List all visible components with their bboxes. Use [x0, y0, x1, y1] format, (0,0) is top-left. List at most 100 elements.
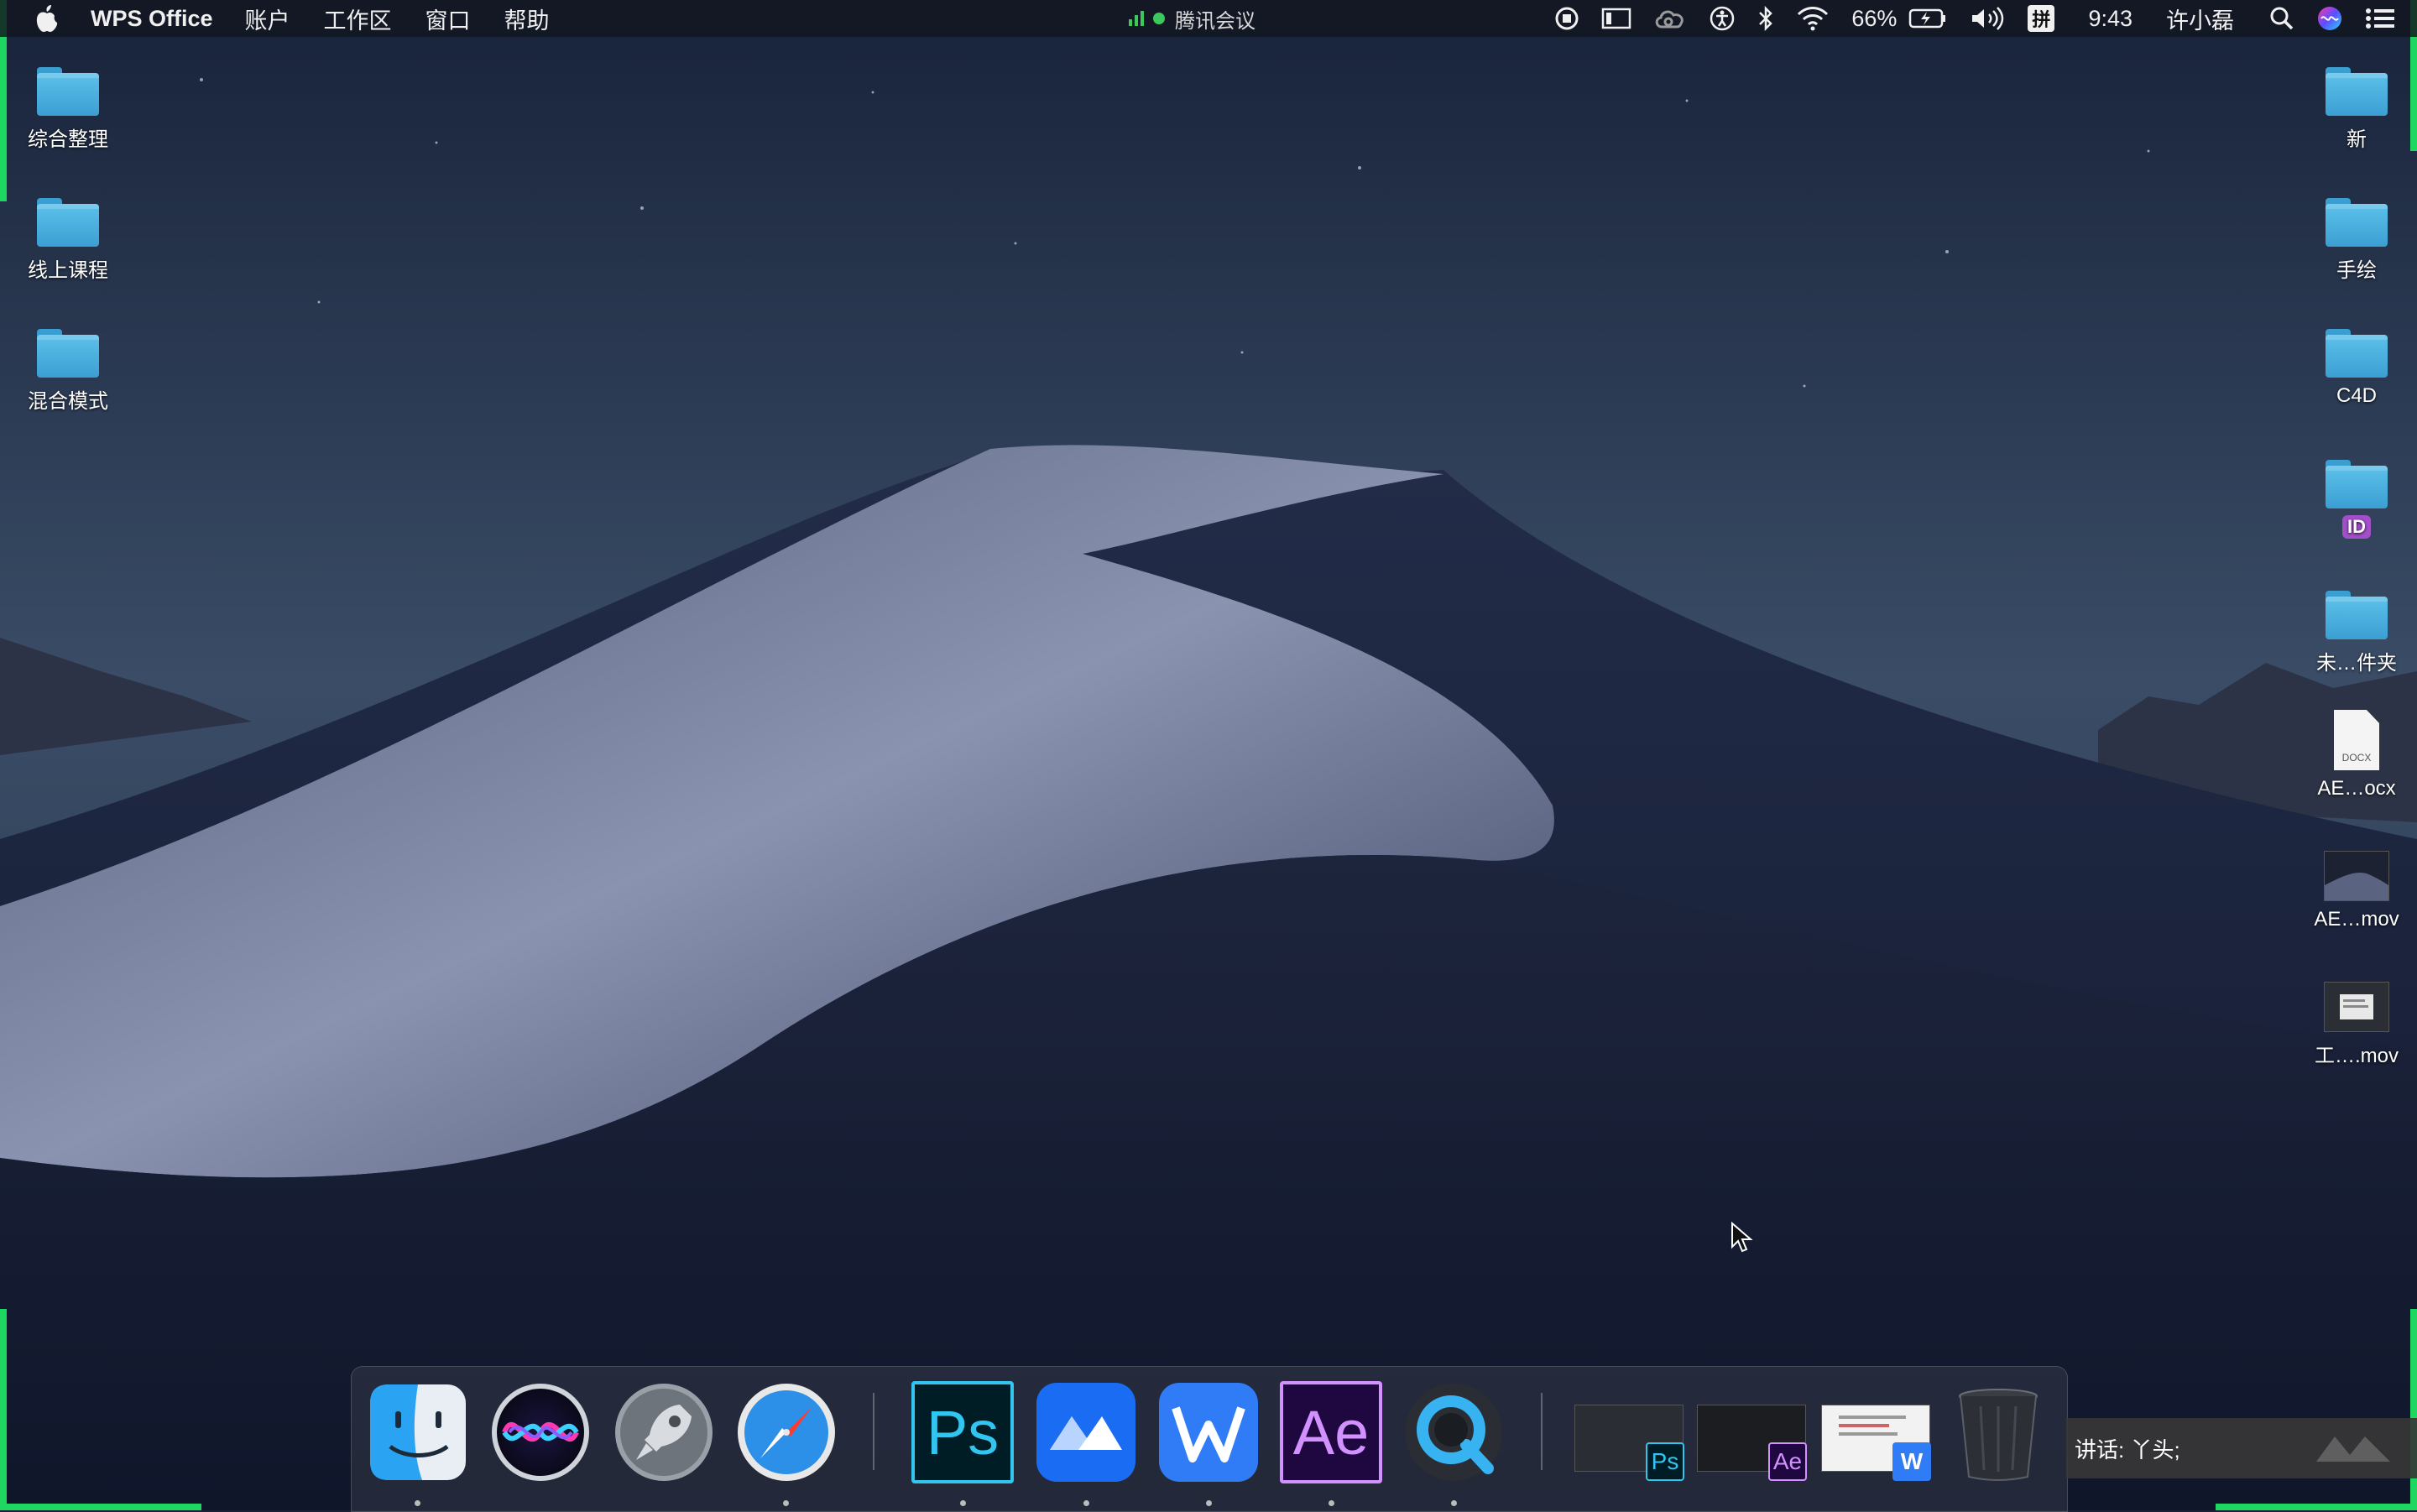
desktop-movie[interactable]: 工….mov: [2294, 968, 2417, 1068]
bluetooth-icon[interactable]: [1757, 6, 1774, 31]
desktop-icon-label: 综合整理: [28, 128, 108, 151]
desktop-folder[interactable]: 综合整理: [5, 52, 131, 152]
input-method-indicator[interactable]: 拼: [2028, 5, 2055, 32]
app-name-menu[interactable]: WPS Office: [91, 6, 213, 32]
dock-quicktime[interactable]: [1402, 1381, 1505, 1483]
caption-text: 讲话: 丫头;: [2075, 1436, 2180, 1462]
file-type-tag: DOCX: [2341, 752, 2372, 764]
notification-center-icon[interactable]: [2365, 7, 2395, 30]
photoshop-icon: Ps: [911, 1381, 1014, 1483]
photoshop-badge-icon: Ps: [1646, 1442, 1684, 1481]
desktop-document[interactable]: DOCX AE…ocx: [2294, 706, 2417, 800]
dock-photoshop[interactable]: Ps: [911, 1381, 1014, 1483]
menu-help[interactable]: 帮助: [504, 3, 550, 35]
desktop-folder[interactable]: C4D: [2294, 314, 2417, 408]
screen-corner-bottom-left-h: [0, 1504, 201, 1510]
volume-icon[interactable]: [1969, 6, 2006, 31]
dock-separator: [1541, 1393, 1543, 1470]
desktop-wallpaper: [0, 0, 2417, 1510]
dock-tencent-meeting[interactable]: [1035, 1381, 1137, 1483]
creative-cloud-icon[interactable]: [1653, 7, 1687, 30]
launchpad-icon: [615, 1384, 713, 1481]
tencent-meeting-icon: [1036, 1383, 1135, 1482]
screen-corner-bottom-left: [0, 1309, 7, 1510]
desktop-icon-label: 新: [2347, 128, 2367, 151]
wps-badge-icon: W: [1892, 1442, 1931, 1481]
indesign-badge-icon: ID: [2342, 515, 2371, 539]
running-indicator: [783, 1500, 789, 1506]
dock-trash[interactable]: [1947, 1381, 2049, 1483]
running-indicator: [1206, 1500, 1212, 1506]
desktop-folder[interactable]: 线上课程: [5, 183, 131, 283]
siri-icon[interactable]: [2316, 5, 2343, 32]
running-indicator: [1451, 1500, 1457, 1506]
record-icon[interactable]: [1554, 6, 1579, 31]
movie-thumbnail-icon: [2324, 982, 2389, 1032]
accessibility-icon[interactable]: [1709, 5, 1736, 32]
folder-icon: [2326, 329, 2388, 378]
menu-bar: WPS Office 账户 工作区 窗口 帮助 腾讯会议 66% 拼 9:43 …: [0, 0, 2417, 37]
minimized-window-photoshop[interactable]: Ps: [1574, 1405, 1684, 1481]
menu-window[interactable]: 窗口: [425, 3, 471, 35]
running-indicator: [1083, 1500, 1089, 1506]
meeting-app-label: 腾讯会议: [1175, 9, 1255, 33]
folder-icon: [2326, 591, 2388, 639]
dock-launchpad[interactable]: [613, 1381, 715, 1483]
desktop-movie[interactable]: AE…mov: [2294, 837, 2417, 931]
menu-workspace[interactable]: 工作区: [324, 3, 392, 35]
desktop-icon-label: ID: [2294, 515, 2417, 539]
meeting-active-dot: [1153, 13, 1165, 24]
minimized-window-after-effects[interactable]: Ae: [1697, 1405, 1807, 1481]
desktop-folder[interactable]: 手绘: [2294, 183, 2417, 283]
menu-account[interactable]: 账户: [245, 3, 290, 35]
display-icon[interactable]: [1601, 7, 1631, 30]
desktop-folder[interactable]: ID: [2294, 445, 2417, 539]
desktop-icon-label: 线上课程: [28, 259, 108, 282]
finder-icon: [370, 1384, 466, 1480]
running-indicator: [1329, 1500, 1334, 1506]
folder-icon: [2326, 460, 2388, 508]
menu-user-name[interactable]: 许小磊: [2166, 3, 2234, 35]
minimized-window-wps[interactable]: W: [1821, 1405, 1931, 1481]
after-effects-badge-icon: Ae: [1768, 1442, 1807, 1481]
quicktime-icon: [1405, 1384, 1502, 1481]
desktop-icon-label: 手绘: [2336, 259, 2377, 282]
tencent-meeting-logo-icon: [2316, 1436, 2390, 1462]
desktop-folder[interactable]: 混合模式: [5, 314, 131, 414]
spotlight-icon[interactable]: [2269, 6, 2294, 31]
folder-icon: [37, 67, 99, 116]
folder-icon: [2326, 67, 2388, 116]
dock-after-effects[interactable]: Ae: [1280, 1381, 1382, 1483]
battery-icon[interactable]: [1908, 8, 1947, 29]
after-effects-icon: Ae: [1280, 1381, 1382, 1483]
battery-percent[interactable]: 66%: [1851, 6, 1897, 32]
screen-corner-bottom-right: [2410, 1309, 2417, 1510]
dock-finder[interactable]: [367, 1381, 469, 1483]
desktop-icon-label: C4D: [2336, 384, 2377, 407]
meeting-caption-banner[interactable]: 讲话: 丫头;: [2066, 1418, 2417, 1478]
dock-safari[interactable]: [735, 1381, 838, 1483]
desktop-icon-label: AE…ocx: [2317, 777, 2396, 800]
siri-icon: [492, 1384, 589, 1481]
wifi-icon[interactable]: [1796, 6, 1830, 31]
docx-file-icon: DOCX: [2334, 710, 2379, 770]
movie-thumbnail-icon: [2324, 851, 2389, 901]
signal-bars-icon: [1129, 11, 1146, 26]
desktop-folder[interactable]: 未…件夹: [2294, 576, 2417, 675]
menu-clock[interactable]: 9:43: [2088, 6, 2132, 32]
desktop-icon-label: 混合模式: [28, 390, 108, 413]
mouse-cursor-icon: [1731, 1222, 1753, 1253]
dock-siri[interactable]: [489, 1381, 592, 1483]
desktop-icon-label: 未…件夹: [2316, 652, 2397, 675]
folder-icon: [2326, 198, 2388, 247]
apple-menu-icon[interactable]: [34, 4, 60, 33]
desktop-folder[interactable]: 新: [2294, 52, 2417, 152]
running-indicator: [960, 1500, 966, 1506]
tencent-meeting-status[interactable]: 腾讯会议: [1129, 0, 1255, 37]
dock-separator: [873, 1393, 874, 1470]
wps-icon: [1159, 1383, 1258, 1482]
running-indicator: [415, 1500, 420, 1506]
dock-wps[interactable]: [1157, 1381, 1260, 1483]
folder-icon: [37, 329, 99, 378]
desktop-icon-label: AE…mov: [2314, 908, 2399, 931]
